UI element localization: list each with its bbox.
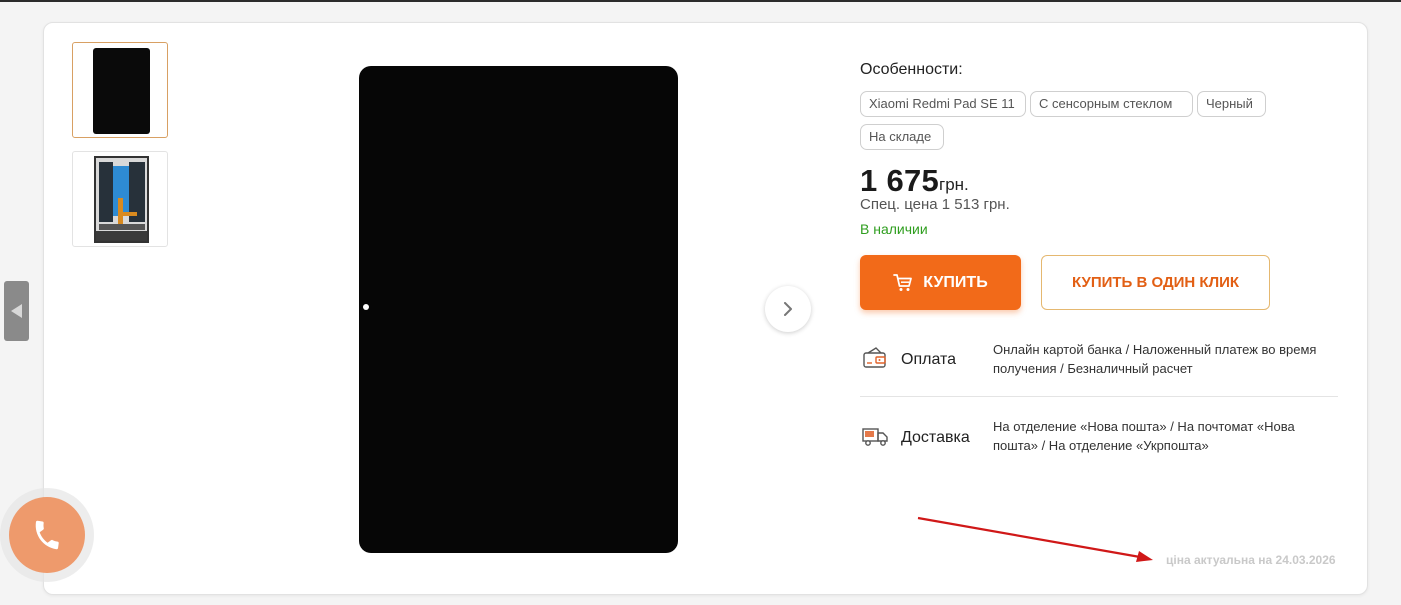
phone-icon (35, 520, 59, 550)
annotation-arrow (917, 516, 1153, 562)
price-actual-note: ціна актуальна на 24.03.2026 (1166, 553, 1336, 567)
call-button[interactable] (9, 497, 85, 573)
call-widget (0, 488, 94, 582)
